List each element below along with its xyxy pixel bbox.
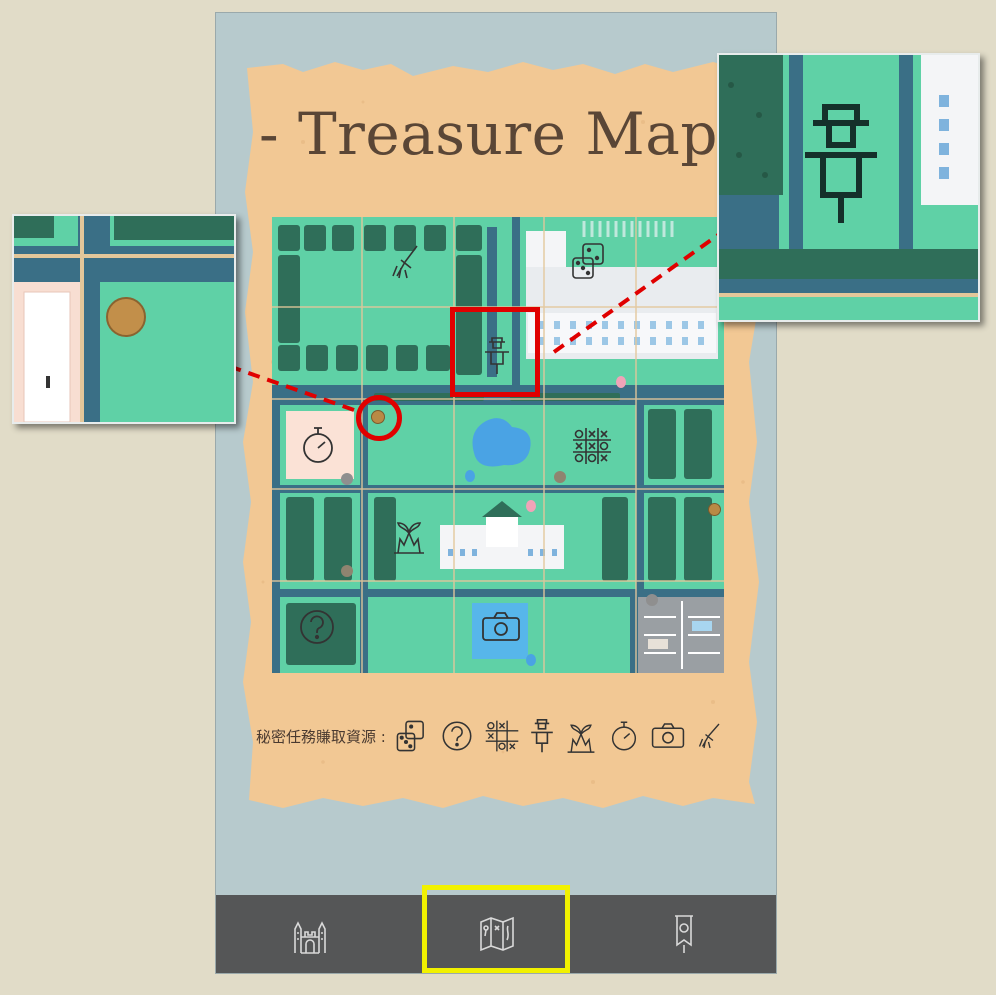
treasure-map-title: - Treasure Map - — [258, 100, 758, 168]
broom-icon — [698, 723, 720, 749]
map-tab-highlight-box — [422, 885, 570, 973]
stone-marker[interactable] — [646, 594, 658, 606]
coin-zoom-callout — [12, 214, 236, 424]
coin-zoom-view — [14, 216, 234, 422]
banner-icon — [675, 915, 693, 953]
nav-banner-button[interactable] — [590, 895, 778, 973]
legend-label: 秘密任務賺取資源 : — [256, 727, 386, 746]
dice-icon — [396, 720, 424, 752]
nav-castle-button[interactable] — [216, 895, 404, 973]
plant-icon — [567, 724, 595, 753]
camera-icon — [651, 723, 685, 748]
scarecrow-icon — [531, 718, 553, 753]
map-dice-icon[interactable] — [569, 240, 611, 282]
castle-icon — [294, 921, 326, 954]
question-icon — [442, 721, 472, 751]
map-plant-icon[interactable] — [390, 515, 428, 555]
treasure-map-grid[interactable] — [272, 217, 724, 673]
map-stopwatch-icon[interactable] — [297, 424, 339, 466]
map-broom-icon[interactable] — [387, 242, 427, 282]
stone-marker[interactable] — [341, 565, 353, 577]
coin-marker[interactable] — [708, 503, 721, 516]
scarecrow-highlight-box — [450, 307, 540, 397]
coin-highlight-circle — [356, 395, 402, 441]
water-drop-marker[interactable] — [526, 654, 536, 666]
fire-marker[interactable] — [526, 500, 536, 512]
water-drop-marker[interactable] — [465, 470, 475, 482]
mission-legend: 秘密任務賺取資源 : — [256, 716, 725, 756]
stone-marker[interactable] — [554, 471, 566, 483]
map-question-icon[interactable] — [296, 606, 338, 648]
stone-marker[interactable] — [341, 473, 353, 485]
scarecrow-zoom-callout — [717, 53, 980, 322]
tic-tac-toe-icon — [485, 720, 519, 752]
stopwatch-icon — [611, 721, 636, 751]
fire-marker[interactable] — [616, 376, 626, 388]
map-camera-icon[interactable] — [480, 610, 522, 644]
map-tic-tac-toe-icon[interactable] — [571, 426, 613, 466]
scarecrow-zoom-view — [719, 55, 978, 320]
